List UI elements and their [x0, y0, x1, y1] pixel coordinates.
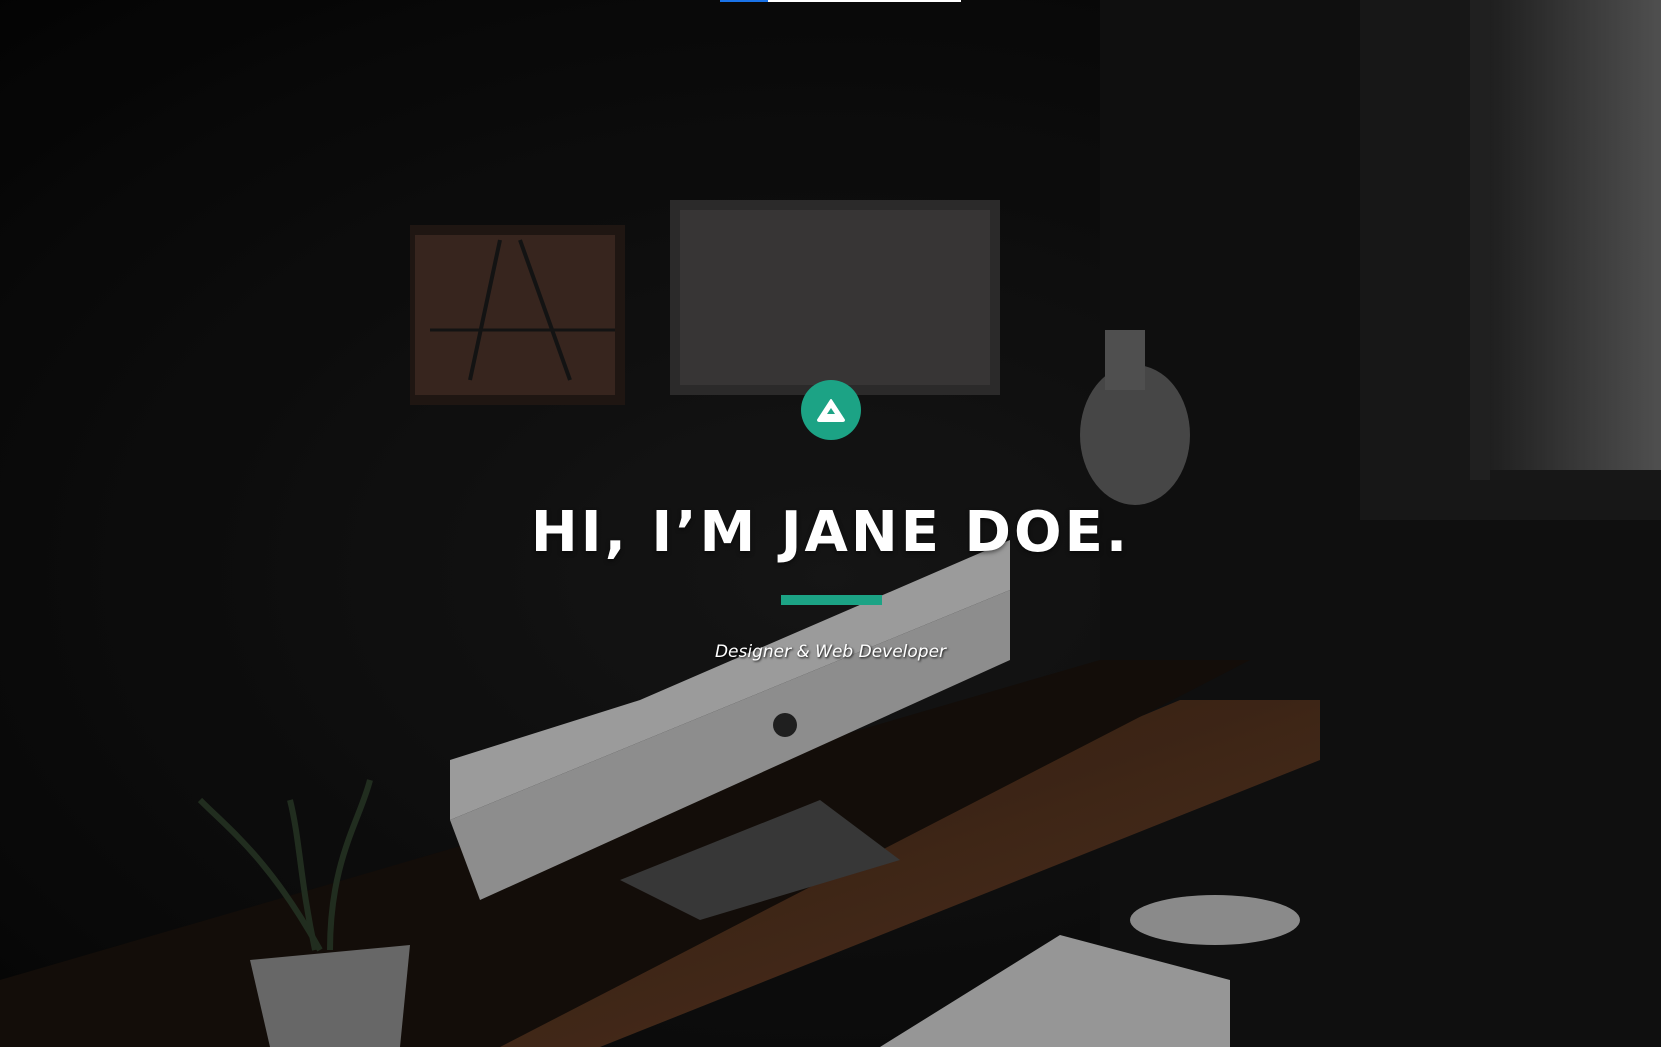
- tagline: Designer & Web Developer: [714, 642, 947, 662]
- hero-section: HI, I’M JANE DOE. Designer & Web Develop…: [0, 0, 1661, 1047]
- logo-button[interactable]: [801, 380, 861, 440]
- page-title: HI, I’M JANE DOE.: [530, 500, 1131, 565]
- title-divider: [781, 595, 882, 605]
- mountain-icon: [817, 399, 845, 422]
- hero-content: HI, I’M JANE DOE. Designer & Web Develop…: [0, 0, 1661, 1047]
